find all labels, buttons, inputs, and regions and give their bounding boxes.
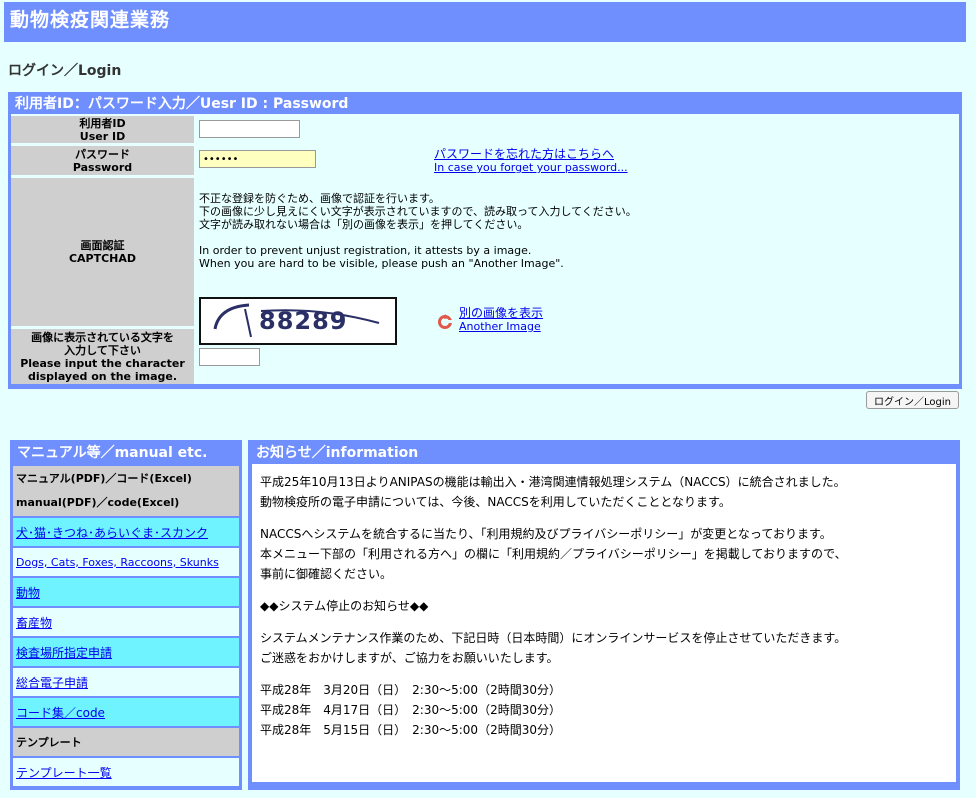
- page-title: ログイン／Login: [8, 63, 122, 79]
- password-label: パスワード Password: [11, 146, 194, 175]
- maintenance-date: 平成28年 3月20日（日） 2:30～5:00（2時間30分）: [260, 683, 561, 697]
- captcha-instruction-en-2: When you are hard to be visible, please …: [199, 257, 564, 270]
- userid-label: 利用者ID User ID: [11, 116, 194, 143]
- login-panel: 利用者ID：パスワード入力／Uesr ID : Password 利用者ID U…: [8, 92, 962, 389]
- forgot-password-en[interactable]: In case you forget your password...: [434, 161, 628, 175]
- captcha-instruction-2: 下の画像に少し見えにくい文字が表示されていますので、読み取って入力してください。: [199, 205, 637, 218]
- manual-link-livestock-products[interactable]: 畜産物: [16, 614, 52, 631]
- captcha-input-label-ja-1: 画像に表示されている文字を: [31, 330, 174, 344]
- notice-title: ◆◆システム停止のお知らせ◆◆: [260, 599, 429, 613]
- manual-item-dogs-cats-ja[interactable]: 犬･猫･きつね･あらいぐま･スカンク: [13, 518, 239, 546]
- captcha-input-label-ja-2: 入力して下さい: [64, 343, 141, 357]
- captcha-instructions: 不正な登録を防ぐため、画像で認証を行います。 下の画像に少し見えにくい文字が表示…: [199, 192, 637, 270]
- maintenance-date: 平成28年 4月17日（日） 2:30～5:00（2時間30分）: [260, 703, 561, 717]
- manual-item-dogs-cats-en[interactable]: Dogs, Cats, Foxes, Raccoons, Skunks: [13, 548, 239, 576]
- captcha-label-ja: 画面認証: [80, 239, 125, 252]
- login-panel-title: 利用者ID：パスワード入力／Uesr ID : Password: [15, 96, 349, 112]
- info-content: 平成25年10月13日よりANIPASの機能は輸出入・港湾関連情報処理システム（…: [252, 464, 956, 782]
- maintenance-date: 平成28年 5月15日（日） 2:30～5:00（2時間30分）: [260, 723, 561, 737]
- captcha-input-label-en-2: displayed on the image.: [27, 369, 178, 383]
- info-p2-line-1: NACCSへシステムを統合するに当たり、「利用規約及びプライバシーポリシー」が変…: [260, 527, 832, 541]
- captcha-characters: 88289: [259, 307, 348, 335]
- info-p3-line-2: ご迷惑をおかけしますが、ご協力をお願いいたします。: [260, 651, 559, 665]
- manual-header-ja: マニュアル(PDF)／コード(Excel): [16, 472, 192, 485]
- captcha-instruction-en-1: In order to prevent unjust registration,…: [199, 244, 532, 257]
- manual-item-code[interactable]: コード集／code: [13, 698, 239, 726]
- another-image-en[interactable]: Another Image: [459, 320, 543, 334]
- manual-link-general-application[interactable]: 総合電子申請: [16, 674, 88, 691]
- info-paragraph-1: 平成25年10月13日よりANIPASの機能は輸出入・港湾関連情報処理システム（…: [260, 472, 948, 512]
- manual-panel: マニュアル等／manual etc. マニュアル(PDF)／コード(Excel)…: [10, 440, 242, 790]
- captcha-image: 88289: [199, 297, 397, 345]
- captcha-label-en: CAPTCHAD: [68, 252, 137, 265]
- captcha-distortion: 88289: [213, 303, 380, 338]
- manual-link-dogs-cats-en[interactable]: Dogs, Cats, Foxes, Raccoons, Skunks: [16, 556, 219, 569]
- captcha-label: 画面認証 CAPTCHAD: [11, 178, 194, 326]
- refresh-icon[interactable]: [437, 314, 453, 330]
- app-title: 動物検疫関連業務: [10, 9, 171, 31]
- info-p3-line-1: システムメンテナンス作業のため、下記日時（日本時間）にオンラインサービスを停止さ…: [260, 631, 847, 645]
- userid-label-ja: 利用者ID: [79, 116, 126, 130]
- login-button[interactable]: ログイン／Login: [866, 391, 959, 409]
- forgot-password-ja[interactable]: パスワードを忘れた方はこちらへ: [434, 147, 628, 161]
- captcha-instruction-1: 不正な登録を防ぐため、画像で認証を行います。: [199, 192, 440, 205]
- info-p1-line-2: 動物検疫所の電子申請については、今後、NACCSを利用していただくこととなります…: [260, 495, 731, 509]
- template-header: テンプレート: [13, 728, 239, 756]
- manual-item-inspection-place[interactable]: 検査場所指定申請: [13, 638, 239, 666]
- login-form: 利用者ID User ID パスワード Password パスワードを忘れた方は…: [11, 114, 959, 384]
- password-label-ja: パスワード: [75, 147, 130, 161]
- userid-input[interactable]: [199, 120, 300, 138]
- captcha-input[interactable]: [199, 348, 260, 366]
- manual-item-template-list[interactable]: テンプレート一覧: [13, 758, 239, 786]
- info-paragraph-2: NACCSへシステムを統合するに当たり、「利用規約及びプライバシーポリシー」が変…: [260, 524, 948, 584]
- manual-item-general-application[interactable]: 総合電子申請: [13, 668, 239, 696]
- app-header: 動物検疫関連業務: [4, 2, 966, 42]
- info-p1-line-1: 平成25年10月13日よりANIPASの機能は輸出入・港湾関連情報処理システム（…: [260, 475, 846, 489]
- info-p2-line-2: 本メニュー下部の「利用される方へ」の欄に「利用規約／プライバシーポリシー」を掲載…: [260, 547, 847, 561]
- info-panel: お知らせ／information 平成25年10月13日よりANIPASの機能は…: [248, 440, 960, 790]
- template-header-label: テンプレート: [16, 736, 82, 749]
- manual-panel-title: マニュアル等／manual etc.: [17, 445, 208, 461]
- manual-item-livestock-products[interactable]: 畜産物: [13, 608, 239, 636]
- captcha-input-label-en-1: Please input the character: [20, 356, 185, 370]
- manual-link-dogs-cats-ja[interactable]: 犬･猫･きつね･あらいぐま･スカンク: [16, 524, 208, 541]
- userid-label-en: User ID: [79, 129, 126, 143]
- info-paragraph-3: システムメンテナンス作業のため、下記日時（日本時間）にオンラインサービスを停止さ…: [260, 628, 948, 668]
- template-list-link[interactable]: テンプレート一覧: [16, 764, 112, 781]
- manual-header: マニュアル(PDF)／コード(Excel) manual(PDF)／code(E…: [13, 466, 239, 516]
- manual-header-en: manual(PDF)／code(Excel): [16, 496, 180, 509]
- info-p2-line-3: 事前に御確認ください。: [260, 567, 393, 581]
- manual-link-animals[interactable]: 動物: [16, 584, 40, 601]
- info-panel-title: お知らせ／information: [256, 445, 419, 461]
- manual-item-animals[interactable]: 動物: [13, 578, 239, 606]
- captcha-input-label: 画像に表示されている文字を 入力して下さい Please input the c…: [11, 329, 194, 384]
- password-input[interactable]: [199, 150, 316, 168]
- another-image-link[interactable]: 別の画像を表示 Another Image: [459, 306, 543, 334]
- captcha-instruction-3: 文字が読み取れない場合は「別の画像を表示」を押してください。: [199, 218, 529, 231]
- manual-link-code[interactable]: コード集／code: [16, 704, 105, 721]
- manual-link-inspection-place[interactable]: 検査場所指定申請: [16, 644, 112, 661]
- forgot-password-link[interactable]: パスワードを忘れた方はこちらへ In case you forget your …: [434, 147, 628, 175]
- password-label-en: Password: [72, 160, 133, 174]
- another-image-ja[interactable]: 別の画像を表示: [459, 306, 543, 320]
